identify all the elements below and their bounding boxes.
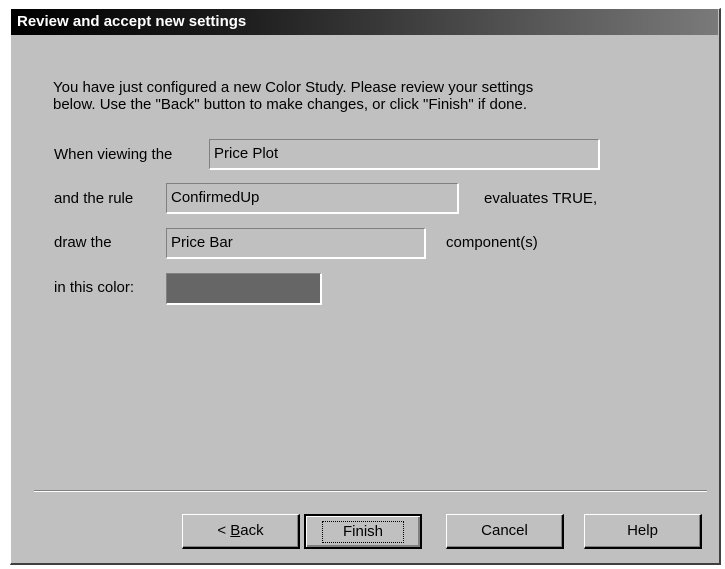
finish-label: Finish: [321, 521, 404, 543]
intro-text: You have just configured a new Color Stu…: [53, 79, 693, 113]
viewing-label: When viewing the: [54, 146, 173, 163]
window-title: Review and accept new settings: [17, 13, 247, 30]
rule-field: ConfirmedUp: [166, 183, 459, 214]
review-settings-dialog: Review and accept new settings You have …: [0, 0, 725, 569]
component-field: Price Bar: [166, 228, 426, 259]
cancel-label: Cancel: [481, 522, 528, 539]
back-prefix: <: [217, 522, 231, 539]
back-accelerator: B: [230, 522, 241, 539]
finish-button[interactable]: Finish: [304, 514, 422, 549]
draw-label: draw the: [54, 234, 112, 251]
plot-field: Price Plot: [209, 139, 600, 170]
back-button[interactable]: < Back: [182, 514, 300, 549]
cancel-button[interactable]: Cancel: [446, 514, 564, 549]
intro-line-1: You have just configured a new Color Stu…: [53, 79, 534, 96]
color-label: in this color:: [54, 279, 135, 296]
intro-line-2: below. Use the "Back" button to make cha…: [53, 96, 528, 113]
back-rest: ack: [240, 522, 264, 539]
color-swatch: [166, 273, 322, 305]
rule-label: and the rule: [54, 190, 134, 207]
help-label: Help: [627, 522, 658, 539]
title-bar[interactable]: Review and accept new settings: [11, 9, 718, 35]
help-button[interactable]: Help: [584, 514, 702, 549]
button-separator: [34, 490, 707, 492]
evaluates-label: evaluates TRUE,: [484, 190, 598, 207]
component-label: component(s): [446, 234, 538, 251]
